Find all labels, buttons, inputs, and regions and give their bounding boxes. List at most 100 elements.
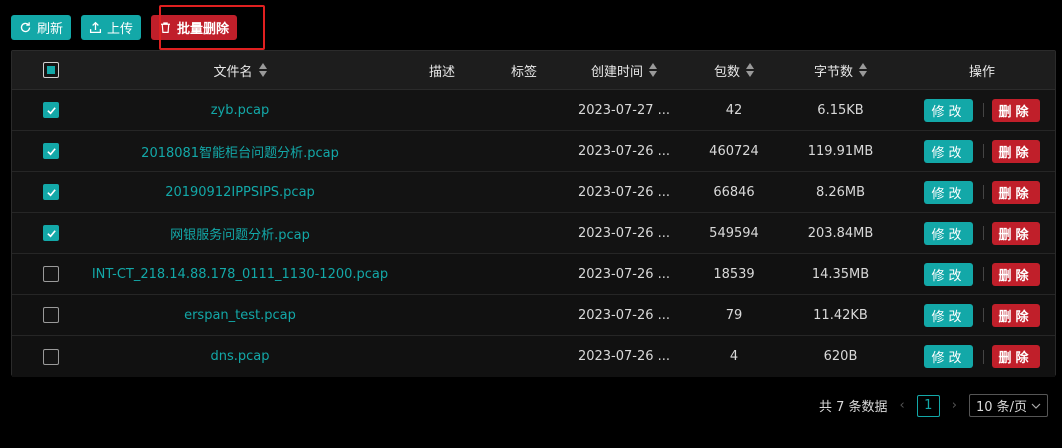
- operation-divider: [982, 144, 984, 158]
- bytes-cell: 119.91MB: [807, 143, 874, 159]
- row-checkbox-cell: [12, 266, 90, 282]
- bytes-cell: 620B: [823, 349, 858, 364]
- upload-button[interactable]: 上传: [81, 15, 142, 40]
- delete-button[interactable]: 删除: [991, 262, 1040, 286]
- row-checkbox[interactable]: [43, 102, 59, 118]
- row-checkbox[interactable]: [43, 266, 59, 282]
- bytes-cell: 14.35MB: [811, 266, 870, 282]
- page-size-select[interactable]: 10 条/页: [968, 394, 1048, 417]
- created-time-cell: 2023-07-26 ...: [577, 143, 671, 159]
- sort-icon[interactable]: [859, 63, 867, 77]
- pagination: 共 7 条数据 ‹ 1 › 10 条/页: [819, 394, 1048, 417]
- prev-page-icon[interactable]: ‹: [900, 398, 905, 413]
- operations-cell: 修改 删除: [907, 345, 1057, 368]
- delete-button[interactable]: 删除: [991, 303, 1040, 327]
- edit-button[interactable]: 修改: [924, 221, 973, 245]
- filename-link[interactable]: erspan_test.pcap: [184, 308, 296, 323]
- select-all-checkbox[interactable]: [43, 62, 59, 78]
- upload-label: 上传: [107, 22, 134, 37]
- filename-link[interactable]: dns.pcap: [210, 349, 269, 364]
- column-tag-label: 标签: [510, 64, 537, 80]
- refresh-button[interactable]: 刷新: [11, 15, 72, 40]
- sort-icon[interactable]: [746, 63, 754, 77]
- table-row[interactable]: 2018081智能柜台问题分析.pcap 2023-07-26 ... 460724…: [12, 131, 1055, 172]
- delete-button[interactable]: 删除: [991, 98, 1040, 122]
- packets-cell: 549594: [709, 225, 759, 241]
- batch-delete-label: 批量删除: [177, 22, 230, 37]
- operation-divider: [982, 226, 984, 240]
- row-checkbox-cell: [12, 307, 90, 323]
- operation-divider: [982, 185, 984, 199]
- filename-link[interactable]: 20190912IPPSIPS.pcap: [165, 185, 315, 200]
- toolbar: 刷新 上传 批量删除: [11, 15, 238, 40]
- edit-button[interactable]: 修改: [924, 345, 973, 368]
- row-checkbox[interactable]: [43, 307, 59, 323]
- delete-button[interactable]: 删除: [991, 345, 1040, 368]
- filename-cell: 20190912IPPSIPS.pcap: [90, 185, 390, 200]
- created-time-cell: 2023-07-26 ...: [577, 184, 671, 200]
- filename-cell: 网银服务问题分析.pcap: [90, 224, 390, 243]
- column-description-label: 描述: [428, 64, 455, 80]
- operations-cell: 修改 删除: [907, 303, 1057, 327]
- file-table: 文件名 描述 标签 创建时间 包数 字节数 操作 zyb.pcap 2023-07…: [11, 50, 1056, 377]
- packets-cell: 42: [725, 102, 743, 118]
- edit-button[interactable]: 修改: [924, 139, 973, 163]
- packets-cell: 79: [725, 307, 743, 323]
- delete-button[interactable]: 删除: [991, 139, 1040, 163]
- row-checkbox[interactable]: [43, 143, 59, 159]
- row-checkbox[interactable]: [43, 225, 59, 241]
- page-1-button[interactable]: 1: [916, 394, 940, 417]
- delete-button[interactable]: 删除: [991, 180, 1040, 204]
- filename-cell: erspan_test.pcap: [90, 308, 390, 323]
- column-filename-label: 文件名: [213, 64, 253, 80]
- table-row[interactable]: zyb.pcap 2023-07-27 ... 42 6.15KB 修改 删除: [12, 90, 1055, 131]
- filename-link[interactable]: INT-CT_218.14.88.178_0111_1130-1200.pcap: [92, 267, 388, 282]
- bytes-cell: 203.84MB: [807, 225, 874, 241]
- page-size-label: 10 条/页: [975, 400, 1027, 415]
- refresh-label: 刷新: [37, 22, 64, 37]
- row-checkbox[interactable]: [43, 184, 59, 200]
- column-filename[interactable]: 文件名: [90, 61, 390, 80]
- packets-cell: 66846: [713, 184, 755, 200]
- column-operations: 操作: [907, 61, 1057, 80]
- column-operations-label: 操作: [968, 64, 995, 80]
- operation-divider: [982, 267, 984, 281]
- edit-button[interactable]: 修改: [924, 98, 973, 122]
- packets-cell: 460724: [709, 143, 759, 159]
- bytes-cell: 8.26MB: [815, 184, 866, 200]
- edit-button[interactable]: 修改: [924, 303, 973, 327]
- filename-link[interactable]: 2018081智能柜台问题分析.pcap: [141, 142, 339, 161]
- column-created-time[interactable]: 创建时间: [554, 61, 694, 80]
- filename-link[interactable]: 网银服务问题分析.pcap: [170, 224, 310, 243]
- row-checkbox[interactable]: [43, 348, 59, 365]
- next-page-icon[interactable]: ›: [952, 398, 957, 413]
- column-packets[interactable]: 包数: [694, 61, 774, 80]
- table-row[interactable]: 20190912IPPSIPS.pcap 2023-07-26 ... 66846 8…: [12, 172, 1055, 213]
- column-description: 描述: [390, 61, 494, 80]
- column-bytes[interactable]: 字节数: [774, 61, 907, 80]
- filename-cell: 2018081智能柜台问题分析.pcap: [90, 142, 390, 161]
- table-row[interactable]: erspan_test.pcap 2023-07-26 ... 79 11.42KB 修…: [12, 295, 1055, 336]
- table-header: 文件名 描述 标签 创建时间 包数 字节数 操作: [12, 51, 1055, 90]
- edit-button[interactable]: 修改: [924, 180, 973, 204]
- sort-icon[interactable]: [258, 63, 267, 77]
- table-row[interactable]: 网银服务问题分析.pcap 2023-07-26 ... 549594 203.84M…: [12, 213, 1055, 254]
- operations-cell: 修改 删除: [907, 98, 1057, 122]
- batch-delete-button[interactable]: 批量删除: [151, 15, 238, 40]
- row-checkbox-cell: [12, 184, 90, 200]
- row-checkbox-cell: [12, 225, 90, 241]
- table-row[interactable]: dns.pcap 2023-07-26 ... 4 620B 修改 删除: [12, 336, 1055, 377]
- edit-button[interactable]: 修改: [924, 262, 973, 286]
- table-row[interactable]: INT-CT_218.14.88.178_0111_1130-1200.pcap…: [12, 254, 1055, 295]
- column-tag: 标签: [494, 61, 554, 80]
- bytes-cell: 11.42KB: [813, 307, 868, 323]
- column-created-time-label: 创建时间: [590, 64, 643, 80]
- delete-button[interactable]: 删除: [991, 221, 1040, 245]
- created-time-cell: 2023-07-26 ...: [577, 349, 671, 364]
- sort-icon[interactable]: [649, 63, 657, 77]
- trash-icon: [161, 22, 170, 33]
- filename-link[interactable]: zyb.pcap: [211, 103, 270, 118]
- row-checkbox-cell: [12, 143, 90, 159]
- filename-cell: dns.pcap: [90, 349, 390, 364]
- filename-cell: INT-CT_218.14.88.178_0111_1130-1200.pcap: [90, 267, 390, 282]
